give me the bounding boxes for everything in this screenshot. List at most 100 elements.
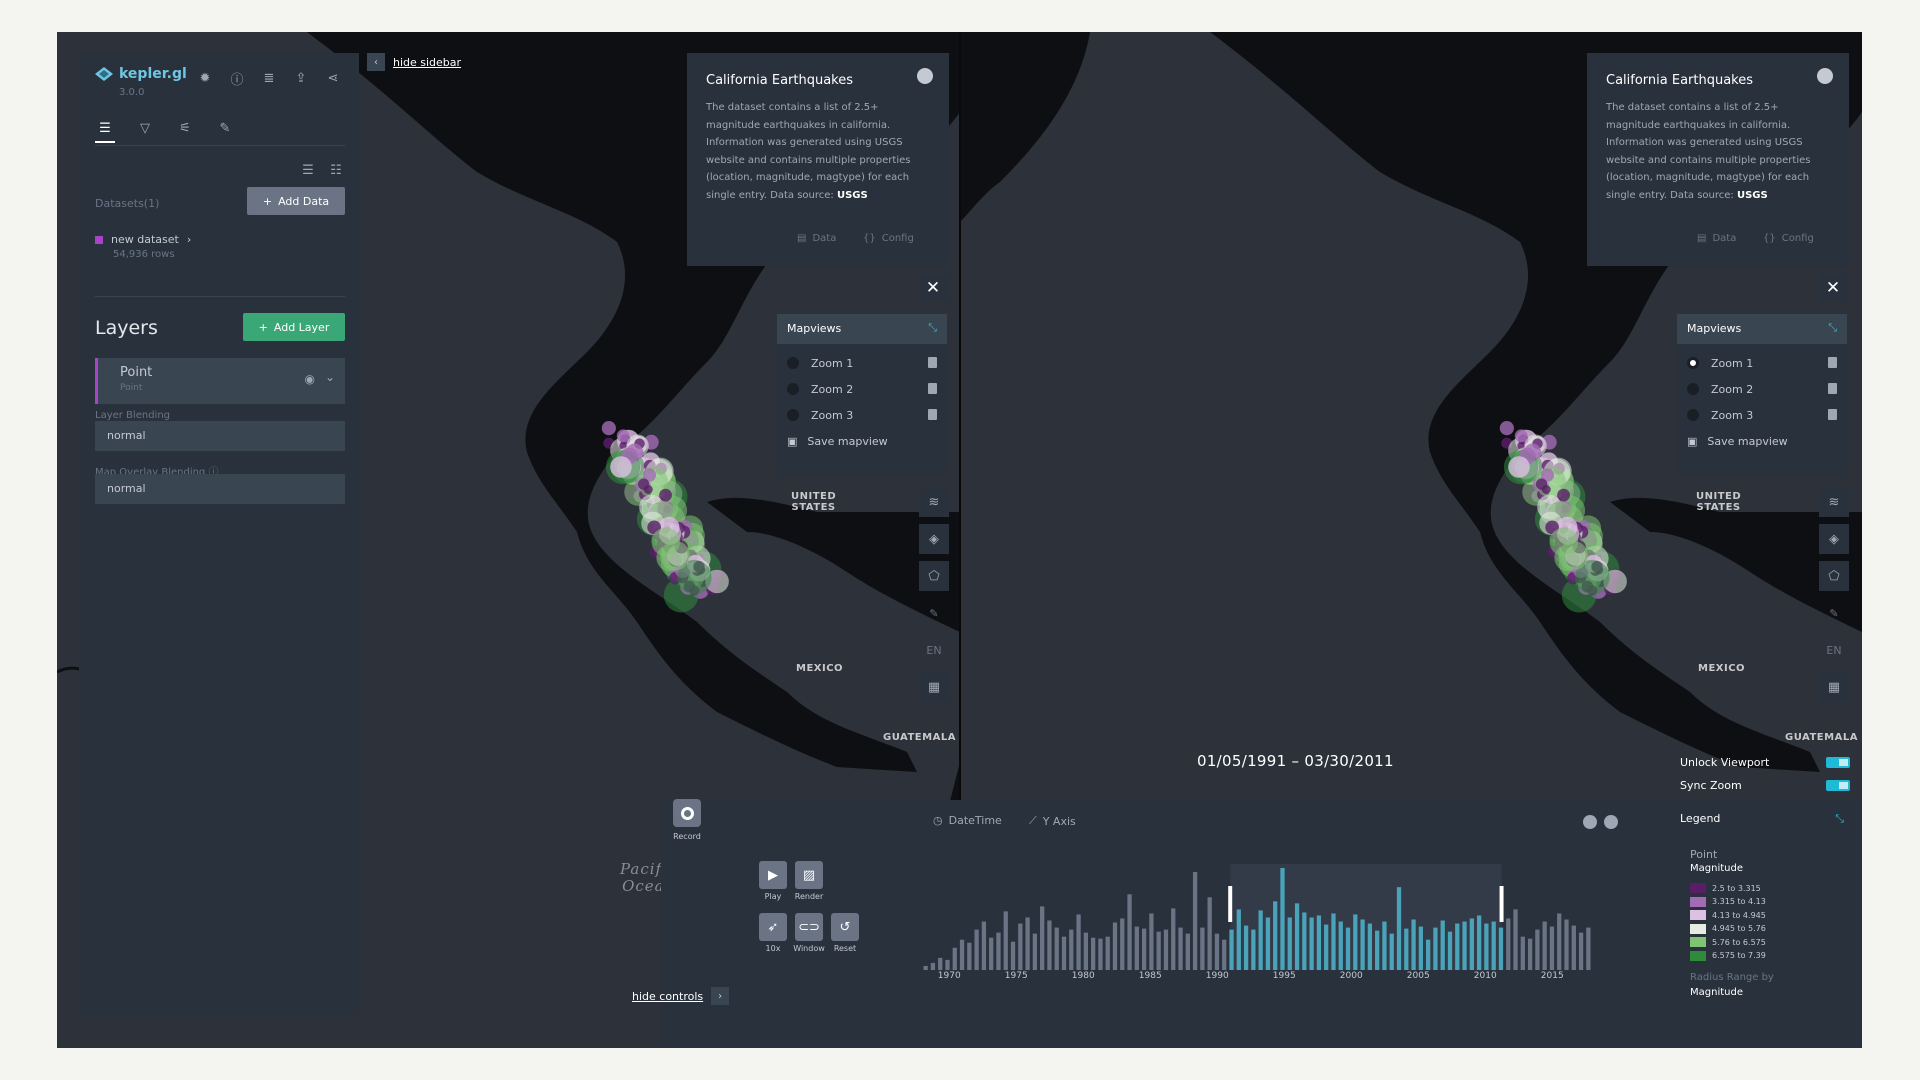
radio-button[interactable] (1687, 409, 1699, 421)
chevron-down-icon[interactable] (1583, 815, 1597, 829)
3d-map-icon[interactable]: ◈ (919, 524, 949, 554)
radio-button[interactable] (787, 409, 799, 421)
legend-label: 4.945 to 5.76 (1712, 924, 1766, 933)
radio-button[interactable] (787, 383, 799, 395)
globe-icon[interactable] (1817, 68, 1833, 84)
trash-icon[interactable] (1828, 357, 1837, 368)
trash-icon[interactable] (928, 357, 937, 368)
layers-toggle-icon-right[interactable]: ≋ (1819, 487, 1849, 517)
selection-window[interactable] (1230, 864, 1502, 970)
trash-icon[interactable] (1828, 409, 1837, 420)
radio-button-selected[interactable] (1687, 357, 1699, 369)
hide-controls-toggle[interactable]: hide controls › (632, 987, 730, 1005)
kepler-logo[interactable]: kepler.gl (95, 66, 187, 82)
mapview-item[interactable]: Zoom 1 (1687, 353, 1837, 373)
settings-icon[interactable] (1604, 815, 1618, 829)
close-icon[interactable]: ✕ (919, 274, 947, 302)
mapview-item[interactable]: Zoom 1 (787, 353, 937, 373)
mapview-item[interactable]: Zoom 2 (787, 379, 937, 399)
mapviews-title: Mapviews (1677, 314, 1847, 344)
layers-toggle-icon[interactable]: ≋ (919, 487, 949, 517)
play-button[interactable]: ▶ (759, 861, 787, 889)
x-axis-selector[interactable]: ◷ DateTime (933, 814, 1002, 827)
radio-button[interactable] (1687, 383, 1699, 395)
close-icon-right[interactable]: ✕ (1819, 274, 1847, 302)
list-view-icon[interactable]: ☰ (299, 161, 317, 179)
data-button[interactable]: ▤ Data (1697, 233, 1736, 244)
layer-panel-point[interactable]: Point Point ◉ ⌄ (95, 358, 345, 404)
record-button[interactable] (673, 799, 701, 827)
trash-icon[interactable] (1828, 383, 1837, 394)
sync-zoom-row[interactable]: Sync Zoom (1680, 775, 1850, 795)
dataset-item[interactable]: new dataset › (95, 233, 191, 246)
language-button[interactable]: EN (919, 635, 949, 665)
config-button[interactable]: {} Config (863, 233, 914, 244)
draw-polygon-icon-right[interactable]: ⬠ (1819, 561, 1849, 591)
tab-layers[interactable]: ☰ (95, 115, 115, 143)
time-axis-tick: 1985 (1138, 971, 1162, 981)
trash-icon[interactable] (928, 409, 937, 420)
data-table-icon[interactable]: ▦ (919, 672, 949, 702)
layer-blending-select[interactable]: normal (95, 421, 345, 451)
radio-button[interactable] (787, 357, 799, 369)
eye-icon[interactable]: ◉ (305, 372, 315, 386)
add-data-button[interactable]: + Add Data (247, 187, 345, 215)
data-table-icon-right[interactable]: ▦ (1819, 672, 1849, 702)
info-icon[interactable]: ⓘ (228, 69, 246, 88)
ruler-icon[interactable]: ✎ (919, 598, 949, 628)
range-end-handle[interactable] (1499, 886, 1504, 922)
config-button-label: Config (881, 233, 914, 244)
grouped-list-icon[interactable]: ☷ (327, 161, 345, 179)
chevron-down-icon[interactable]: ⌄ (325, 370, 335, 384)
save-mapview-button[interactable]: ▣ Save mapview (1687, 431, 1837, 451)
save-mapview-button[interactable]: ▣ Save mapview (787, 431, 937, 451)
add-layer-button[interactable]: + Add Layer (243, 313, 345, 341)
usgs-link[interactable]: USGS (1737, 190, 1768, 201)
tab-base-map[interactable]: ✎ (215, 115, 235, 141)
window-button[interactable]: ⊂⊃ (795, 913, 823, 941)
render-button[interactable]: ▨ (795, 861, 823, 889)
histogram-bar (1192, 872, 1198, 970)
unlock-viewport-row[interactable]: Unlock Viewport (1680, 752, 1850, 772)
histogram-bar (1280, 868, 1285, 970)
config-button[interactable]: {} Config (1763, 233, 1814, 244)
earthquake-point (637, 478, 650, 490)
draw-polygon-icon[interactable]: ⬠ (919, 561, 949, 591)
collapse-icon[interactable]: ⤡ (928, 321, 937, 335)
label-united-states-right: UNITED STATES (1696, 491, 1742, 513)
usgs-link[interactable]: USGS (837, 190, 868, 201)
ruler-icon-right[interactable]: ✎ (1819, 598, 1849, 628)
reset-button[interactable]: ↺ (831, 913, 859, 941)
bug-report-icon[interactable]: ✹ (196, 69, 214, 87)
collapse-icon[interactable]: ⤡ (1835, 812, 1844, 826)
range-start-handle[interactable] (1228, 886, 1233, 922)
unlock-viewport-toggle[interactable] (1826, 756, 1850, 768)
earthquake-point (659, 488, 672, 502)
collapse-icon[interactable]: ⤡ (1828, 321, 1837, 335)
mapview-item[interactable]: Zoom 3 (787, 405, 937, 425)
tab-filters[interactable]: ▽ (135, 115, 155, 141)
sync-zoom-toggle[interactable] (1826, 779, 1850, 791)
hide-sidebar-toggle[interactable]: ‹ hide sidebar (367, 53, 461, 71)
language-button-right[interactable]: EN (1819, 635, 1849, 665)
trash-icon[interactable] (928, 383, 937, 394)
mapview-item[interactable]: Zoom 2 (1687, 379, 1837, 399)
share-icon[interactable]: ⋖ (324, 69, 342, 87)
speed-button[interactable]: ➶ (759, 913, 787, 941)
y-axis-selector[interactable]: ⟋ Y Axis (1029, 814, 1076, 828)
time-histogram[interactable] (922, 864, 1592, 970)
globe-icon[interactable] (917, 68, 933, 84)
database-icon[interactable]: ≣ (260, 69, 278, 87)
radius-range-label: Radius Range by (1690, 972, 1774, 983)
overlay-blending-select[interactable]: normal (95, 474, 345, 504)
data-button[interactable]: ▤ Data (797, 233, 836, 244)
histogram-bar (938, 957, 943, 970)
tab-interactions[interactable]: ⚟ (175, 115, 195, 141)
label-mexico-right: MEXICO (1698, 663, 1746, 674)
3d-map-icon-right[interactable]: ◈ (1819, 524, 1849, 554)
export-icon[interactable]: ⇪ (292, 69, 310, 87)
kepler-diamond-icon (95, 67, 113, 81)
tab-divider (95, 145, 345, 146)
reset-label: Reset (833, 944, 857, 953)
mapview-item[interactable]: Zoom 3 (1687, 405, 1837, 425)
